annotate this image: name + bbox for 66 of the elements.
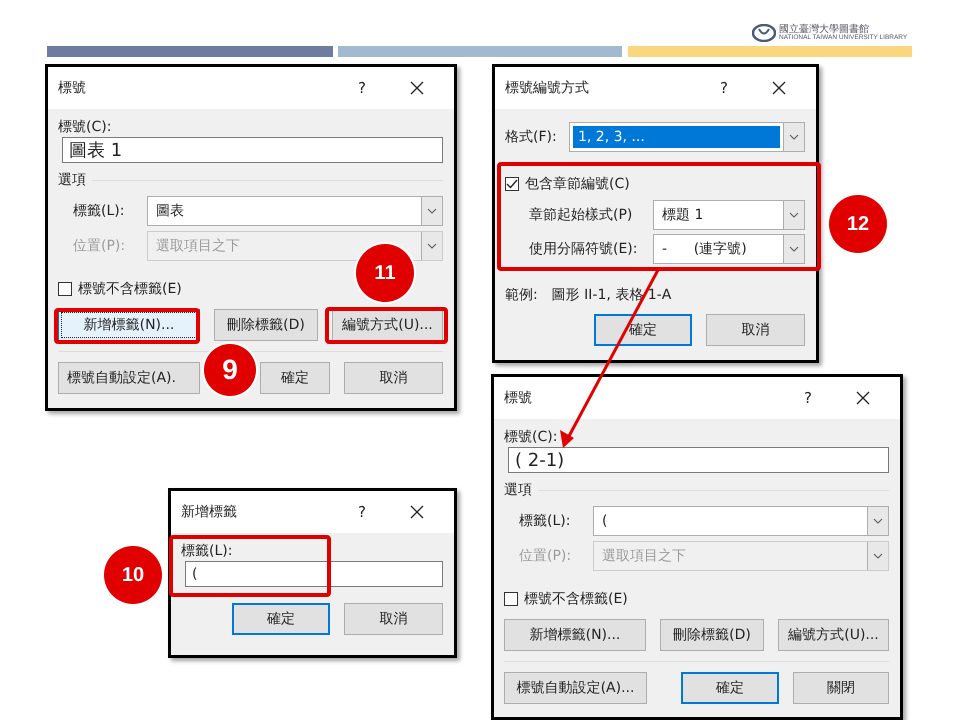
help-button[interactable]: ? (804, 389, 812, 407)
checkbox-label: 標號不含標籤(E) (524, 590, 628, 608)
close-icon[interactable] (772, 81, 786, 95)
dialog-button[interactable]: 確定 (681, 672, 779, 704)
dialog-button[interactable]: 編號方式(U)... (778, 619, 889, 651)
dialog-button[interactable]: 編號方式(U)... (332, 309, 443, 341)
help-button[interactable]: ? (358, 79, 366, 97)
example-label: 範例: (505, 286, 538, 304)
dropdown[interactable]: 圖表 (147, 196, 443, 226)
caption-label: 標號(C): (58, 118, 112, 137)
checkbox[interactable] (58, 282, 72, 296)
window-title: 標號 (504, 389, 533, 407)
dialog-button[interactable]: 標號自動設定(A)... (504, 672, 647, 704)
dialog-button[interactable]: 確定 (232, 603, 330, 635)
dialog-button[interactable]: 取消 (344, 362, 443, 394)
step-badge: 10 (104, 546, 162, 604)
chevron-down-icon (789, 134, 799, 140)
dialog-button[interactable]: 關閉 (793, 672, 889, 704)
field-label: 位置(P): (519, 547, 572, 565)
dialog-button[interactable]: 取消 (706, 314, 805, 346)
field-label: 使用分隔符號(E): (529, 240, 638, 258)
checkbox[interactable] (505, 177, 519, 191)
chevron-down-icon (873, 553, 883, 559)
logo-text: 國立臺灣大學圖書館 (779, 24, 869, 35)
window-title: 標號 (58, 79, 87, 97)
field-label: 標籤(L): (181, 542, 234, 561)
close-icon[interactable] (410, 81, 424, 95)
step-badge: 12 (829, 195, 887, 253)
logo-icon (752, 24, 776, 42)
dropdown[interactable]: - (連字號) (653, 234, 805, 264)
dialog-button[interactable]: 刪除標籤(D) (214, 309, 318, 341)
chevron-down-icon (789, 212, 799, 218)
dropdown[interactable]: 1, 2, 3, ... (569, 122, 805, 152)
dialog-button[interactable]: 取消 (344, 603, 443, 635)
checkbox-label: 包含章節編號(C) (525, 175, 630, 193)
field-label: 位置(P): (73, 237, 126, 255)
example-text: 圖形 II-1, 表格 1-A (552, 286, 672, 304)
dialog-button[interactable]: 刪除標籤(D) (660, 619, 764, 651)
chevron-down-icon (873, 518, 883, 524)
options-heading: 選項 (58, 171, 86, 189)
chevron-down-icon (789, 246, 799, 252)
dialog-button[interactable]: 確定 (260, 362, 330, 394)
field-label: 格式(F): (505, 128, 558, 146)
caption-field[interactable]: 圖表 1 (62, 137, 443, 163)
label-field[interactable]: ( (185, 561, 443, 587)
dropdown[interactable]: 標題 1 (653, 200, 805, 230)
dialog-button[interactable]: 標號自動設定(A). (58, 362, 200, 394)
dialog-button[interactable]: 新增標籤(N)... (504, 619, 646, 651)
close-icon[interactable] (856, 391, 870, 405)
field-label: 標籤(L): (73, 202, 126, 220)
window-title: 新增標籤 (181, 503, 238, 521)
field-label: 標籤(L): (519, 512, 572, 530)
help-button[interactable]: ? (720, 79, 728, 97)
chevron-down-icon (427, 208, 437, 214)
close-icon[interactable] (410, 505, 424, 519)
checkbox[interactable] (504, 592, 518, 606)
help-button[interactable]: ? (358, 503, 366, 521)
field-label: 章節起始樣式(P) (529, 206, 634, 224)
dropdown[interactable]: ( (593, 506, 889, 536)
chevron-down-icon (427, 243, 437, 249)
window-title: 標號編號方式 (505, 79, 590, 97)
checkbox-label: 標號不含標籤(E) (78, 280, 182, 298)
caption-field[interactable]: ( 2-1) (508, 447, 889, 473)
options-heading: 選項 (504, 481, 532, 499)
dialog-button[interactable]: 確定 (594, 314, 692, 346)
caption-label: 標號(C): (504, 428, 558, 447)
